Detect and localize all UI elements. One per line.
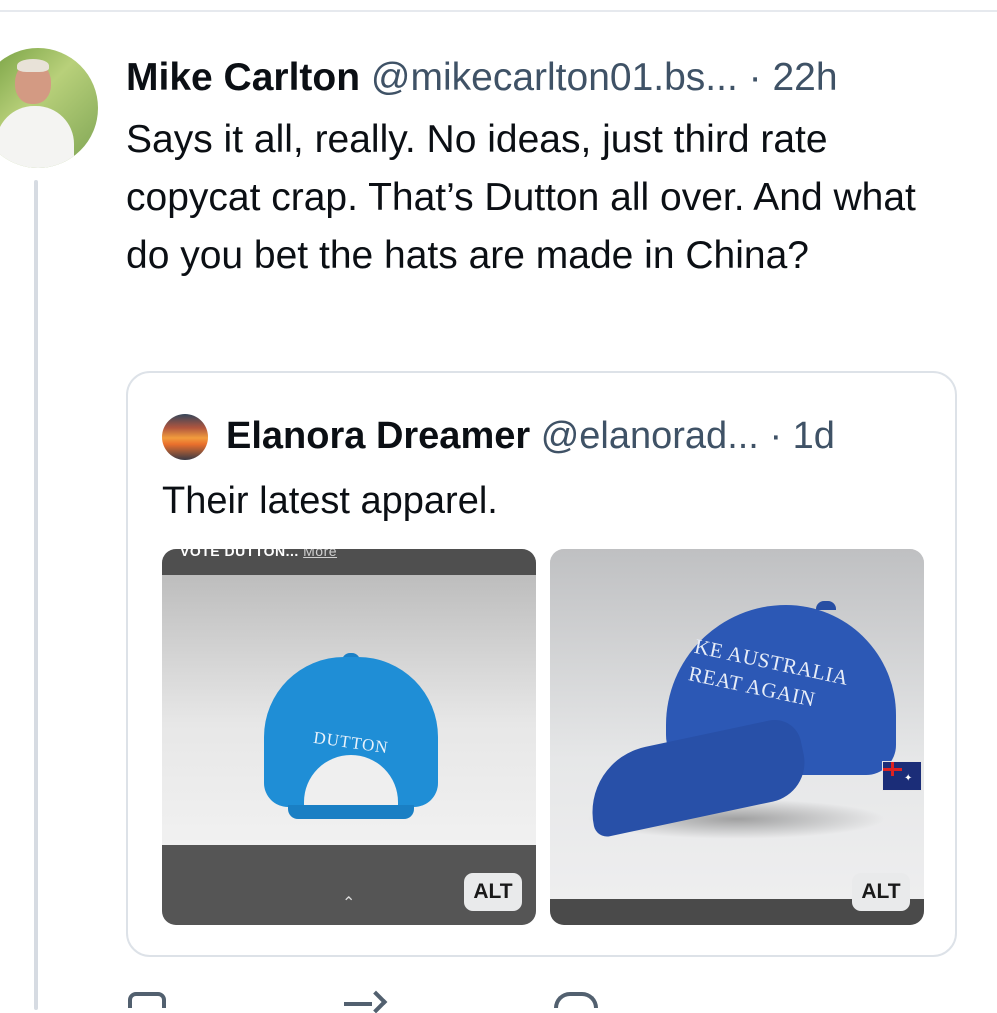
chevron-up-icon: ⌃	[342, 895, 356, 912]
quoted-post-header: Elanora Dreamer @elanorad... · 1d	[226, 411, 835, 461]
like-icon[interactable]	[554, 992, 598, 1008]
author-handle[interactable]: @mikecarlton01.bs...	[371, 56, 738, 99]
australian-flag-icon: ✦	[882, 761, 922, 791]
separator-dot: ·	[748, 56, 762, 99]
image-1-photo: DUTTON	[162, 575, 536, 845]
post-text: Says it all, really. No ideas, just thir…	[126, 118, 916, 277]
image-1-caption: VOTE DUTTON... More	[180, 549, 337, 559]
alt-badge[interactable]: ALT	[852, 873, 910, 911]
thread-line	[34, 180, 38, 1010]
post-timestamp[interactable]: 22h	[772, 56, 837, 99]
top-divider	[0, 10, 997, 12]
quoted-image-1[interactable]: VOTE DUTTON... More DUTTON ⌃ ALT	[162, 549, 536, 925]
quoted-image-2[interactable]: KE AUSTRALIA REAT AGAIN ✦ ALT	[550, 549, 924, 925]
post-header: Mike Carlton @mikecarlton01.bs... · 22h	[126, 52, 966, 104]
image-1-more-link: More	[303, 549, 338, 559]
quoted-author-handle[interactable]: @elanorad...	[541, 415, 759, 457]
author-avatar[interactable]	[0, 48, 98, 168]
alt-badge[interactable]: ALT	[464, 873, 522, 911]
quoted-post-text: Their latest apparel.	[162, 480, 498, 522]
blue-cap-back: DUTTON	[264, 653, 438, 823]
image-1-top-bar: VOTE DUTTON... More	[162, 549, 536, 575]
blue-cap-front: KE AUSTRALIA REAT AGAIN ✦	[580, 597, 922, 839]
quoted-post-card[interactable]: Elanora Dreamer @elanorad... · 1d Their …	[126, 371, 957, 957]
quoted-post-timestamp[interactable]: 1d	[793, 415, 835, 457]
repost-icon[interactable]	[344, 992, 384, 1008]
quoted-author-avatar[interactable]	[162, 414, 208, 460]
quoted-separator-dot: ·	[769, 415, 783, 457]
quoted-author-name[interactable]: Elanora Dreamer	[226, 415, 530, 457]
image-2-photo: KE AUSTRALIA REAT AGAIN ✦	[550, 549, 924, 899]
author-name[interactable]: Mike Carlton	[126, 56, 360, 99]
post-actions	[126, 984, 826, 1008]
reply-icon[interactable]	[128, 992, 166, 1008]
